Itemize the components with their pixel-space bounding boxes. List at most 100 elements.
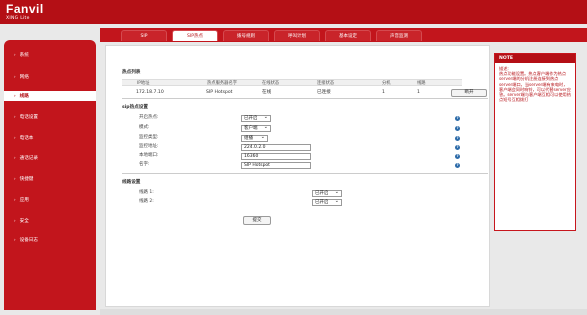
field-label: 线路 1: <box>139 190 154 195</box>
field-label: 本地端口: <box>139 153 159 158</box>
sidebar-item-network[interactable]: › 网络 <box>4 72 96 82</box>
monitor-type-select[interactable]: 组播 ⌄ <box>241 135 268 142</box>
field-label: 线路 2: <box>139 199 154 204</box>
sidebar-item-shortcuts[interactable]: › 快捷键 <box>4 174 96 184</box>
help-icon[interactable]: ? <box>455 163 460 168</box>
sidebar-item-phonebook[interactable]: › 电话本 <box>4 133 96 143</box>
sidebar-item-label: 电话设置 <box>19 115 38 120</box>
sidebar-item-label: 应用 <box>19 198 29 203</box>
chevron-right-icon: › <box>14 237 16 242</box>
sidebar-item-line[interactable]: › 线路 <box>4 91 96 101</box>
note-panel: NOTE 描述: 热点功能设置。热点客户端作为热点server端的分机注册连接到… <box>494 53 576 231</box>
chevron-right-icon: › <box>14 218 16 223</box>
tab-sip-hotspot[interactable]: SIP热点 <box>172 30 218 41</box>
sip-hotspot-title: sip热点设置 <box>122 105 148 110</box>
brand-tagline: XING Lite <box>6 16 30 21</box>
row-connect: 已连接 <box>317 90 331 95</box>
brand-name: Fanvil <box>6 2 44 16</box>
sidebar: › 系统 › 网络 › 线路 › 电话设置 › 电话本 › 通话记录 › 快捷键 › 应用 › 安… <box>4 40 96 310</box>
line-settings-title: 线路设置 <box>122 180 141 185</box>
enable-hotspot-select[interactable]: 已开启 ⌄ <box>241 115 271 122</box>
tab-sip[interactable]: SIP <box>121 30 167 41</box>
chevron-right-icon: › <box>14 93 16 98</box>
chevron-down-icon: ⌄ <box>263 114 268 120</box>
column-header: 分机 <box>382 81 391 86</box>
sidebar-item-system[interactable]: › 系统 <box>4 50 96 60</box>
field-label: 名字: <box>139 162 150 167</box>
sidebar-item-apps[interactable]: › 应用 <box>4 195 96 205</box>
line-1-select[interactable]: 已开启 ⌄ <box>312 190 342 197</box>
hotspot-name-input[interactable]: SIP Hotspot <box>241 162 311 169</box>
chevron-right-icon: › <box>14 155 16 160</box>
local-port-input[interactable]: 16360 <box>241 153 311 160</box>
help-icon[interactable]: ? <box>455 154 460 159</box>
hotspot-list-title: 热点列表 <box>122 70 141 75</box>
tab-call-plan[interactable]: 呼叫计划 <box>274 30 320 41</box>
chevron-down-icon: ⌄ <box>334 189 339 195</box>
chevron-right-icon: › <box>14 135 16 140</box>
tab-bar: SIP SIP热点 拨号规则 呼叫计划 基本设定 声音监测 <box>100 28 587 42</box>
sidebar-item-label: 线路 <box>19 94 29 99</box>
sidebar-item-label: 网络 <box>19 75 29 80</box>
select-value: 客户端 <box>244 126 258 131</box>
footer-bar <box>100 309 587 315</box>
chevron-right-icon: › <box>14 176 16 181</box>
note-title: NOTE <box>495 54 575 63</box>
column-header: 在线状态 <box>262 81 280 86</box>
chevron-down-icon: ⌄ <box>334 198 339 204</box>
row-ext: 1 <box>382 90 385 95</box>
row-line: 1 <box>417 90 420 95</box>
hotspot-table-header: IP地址 热点服务器名字 在线状态 连接状态 分机 线路 <box>122 79 462 86</box>
field-label: 开启热点: <box>139 115 159 120</box>
mode-select[interactable]: 客户端 ⌄ <box>241 125 271 132</box>
tab-basic-settings[interactable]: 基本设定 <box>325 30 371 41</box>
divider <box>122 173 488 174</box>
column-header: 连接状态 <box>317 81 335 86</box>
column-header: IP地址 <box>137 81 150 86</box>
select-value: 已开启 <box>244 116 258 121</box>
monitor-address-input[interactable]: 224.0.2.0 <box>241 144 311 151</box>
chevron-right-icon: › <box>14 114 16 119</box>
sidebar-item-label: 通话记录 <box>19 156 38 161</box>
field-label: 模式: <box>139 125 150 130</box>
sidebar-item-label: 设备日志 <box>19 238 38 243</box>
top-header-bar: Fanvil XING Lite <box>0 0 587 24</box>
field-label: 监控地址: <box>139 144 159 149</box>
sidebar-item-device-log[interactable]: › 设备日志 <box>4 235 96 245</box>
chevron-right-icon: › <box>14 52 16 57</box>
sidebar-item-phone-settings[interactable]: › 电话设置 <box>4 112 96 122</box>
chevron-down-icon: ⌄ <box>260 134 265 140</box>
divider <box>122 98 488 99</box>
sidebar-item-call-log[interactable]: › 通话记录 <box>4 153 96 163</box>
help-icon[interactable]: ? <box>455 145 460 150</box>
chevron-down-icon: ⌄ <box>263 124 268 130</box>
help-icon[interactable]: ? <box>455 116 460 121</box>
line-2-select[interactable]: 已开启 ⌄ <box>312 199 342 206</box>
column-header: 热点服务器名字 <box>207 81 238 86</box>
select-value: 组播 <box>244 136 253 141</box>
row-name: SIP Hotspot <box>206 90 233 95</box>
sidebar-item-label: 安全 <box>19 219 29 224</box>
row-ip: 172.18.7.10 <box>136 90 164 95</box>
chevron-right-icon: › <box>14 74 16 79</box>
sidebar-item-security[interactable]: › 安全 <box>4 216 96 226</box>
sidebar-item-label: 快捷键 <box>19 177 34 182</box>
note-text: 热点功能设置。热点客户端作为热点server端的分机注册连接到热点server端… <box>499 71 571 103</box>
sidebar-item-label: 系统 <box>19 53 29 58</box>
row-online: 在线 <box>262 90 272 95</box>
brand-logo: Fanvil XING Lite <box>6 3 44 21</box>
main-content: 热点列表 IP地址 热点服务器名字 在线状态 连接状态 分机 线路 172.18… <box>105 45 490 307</box>
tab-sound-monitor[interactable]: 声音监测 <box>376 30 422 41</box>
column-header: 线路 <box>417 81 426 86</box>
tab-dial-rules[interactable]: 拨号规则 <box>223 30 269 41</box>
disconnect-button[interactable]: 断开 <box>451 89 487 97</box>
help-icon[interactable]: ? <box>455 136 460 141</box>
note-body: 描述: 热点功能设置。热点客户端作为热点server端的分机注册连接到热点ser… <box>495 63 575 105</box>
field-label: 监控类型: <box>139 135 159 140</box>
submit-button[interactable]: 提交 <box>243 216 271 225</box>
select-value: 已开启 <box>315 191 329 196</box>
chevron-right-icon: › <box>14 197 16 202</box>
sidebar-item-label: 电话本 <box>19 136 34 141</box>
help-icon[interactable]: ? <box>455 126 460 131</box>
select-value: 已开启 <box>315 200 329 205</box>
